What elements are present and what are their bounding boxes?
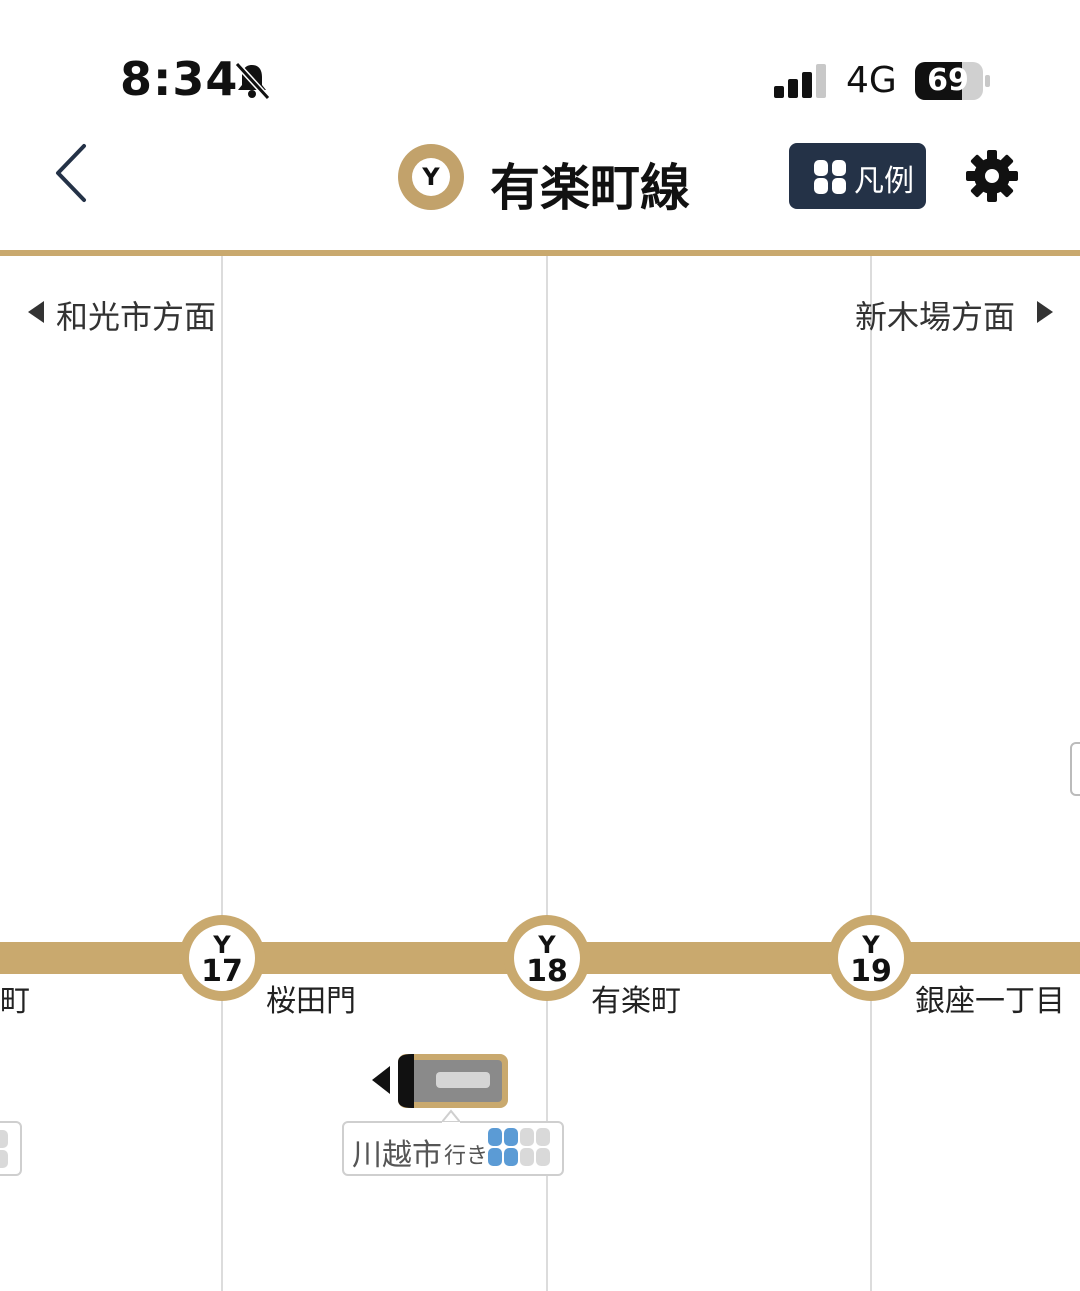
station-number: 19 xyxy=(850,954,892,989)
header-divider xyxy=(0,250,1080,256)
station-code-y18: Y 18 xyxy=(514,925,580,991)
station-code-y17: Y 17 xyxy=(189,925,255,991)
legend-label[interactable]: 凡例 xyxy=(854,156,914,200)
car-legend-icon xyxy=(814,160,846,194)
back-chevron-icon[interactable] xyxy=(50,140,94,206)
right-direction-arrow-icon xyxy=(1037,301,1053,323)
offscreen-train-box[interactable] xyxy=(1070,742,1080,796)
left-direction-arrow-icon xyxy=(28,301,44,323)
line-code: Y xyxy=(412,158,450,196)
station-guide-line xyxy=(870,256,872,1291)
direction-left-label: 和光市方面 xyxy=(56,298,217,336)
destination-suffix: 行き xyxy=(444,1144,489,1169)
network-type: 4G xyxy=(846,60,897,101)
page-title: 有楽町線 xyxy=(490,159,690,217)
battery-level: 69 xyxy=(927,63,969,98)
car-congestion-icon xyxy=(488,1128,550,1166)
cell-signal-icon xyxy=(774,64,826,98)
station-number: 17 xyxy=(201,954,243,989)
station-number: 18 xyxy=(526,954,568,989)
destination-pointer xyxy=(442,1109,460,1126)
station-name[interactable]: 有楽町 xyxy=(591,976,681,1020)
station-code-y19: Y 19 xyxy=(838,925,904,991)
bell-muted-icon xyxy=(234,61,271,100)
station-name[interactable]: 銀座一丁目 xyxy=(915,976,1065,1020)
destination-name: 川越市 xyxy=(352,1138,442,1173)
direction-right-label: 新木場方面 xyxy=(855,298,1016,336)
train-icon[interactable] xyxy=(368,1050,512,1112)
station-name[interactable]: 桜田門 xyxy=(266,976,356,1020)
station-guide-line xyxy=(221,256,223,1291)
station-name-partial[interactable]: 町 xyxy=(0,976,30,1020)
gear-icon[interactable] xyxy=(964,148,1020,204)
status-time: 8:34 xyxy=(120,52,239,106)
car-congestion-icon-partial xyxy=(0,1130,8,1168)
